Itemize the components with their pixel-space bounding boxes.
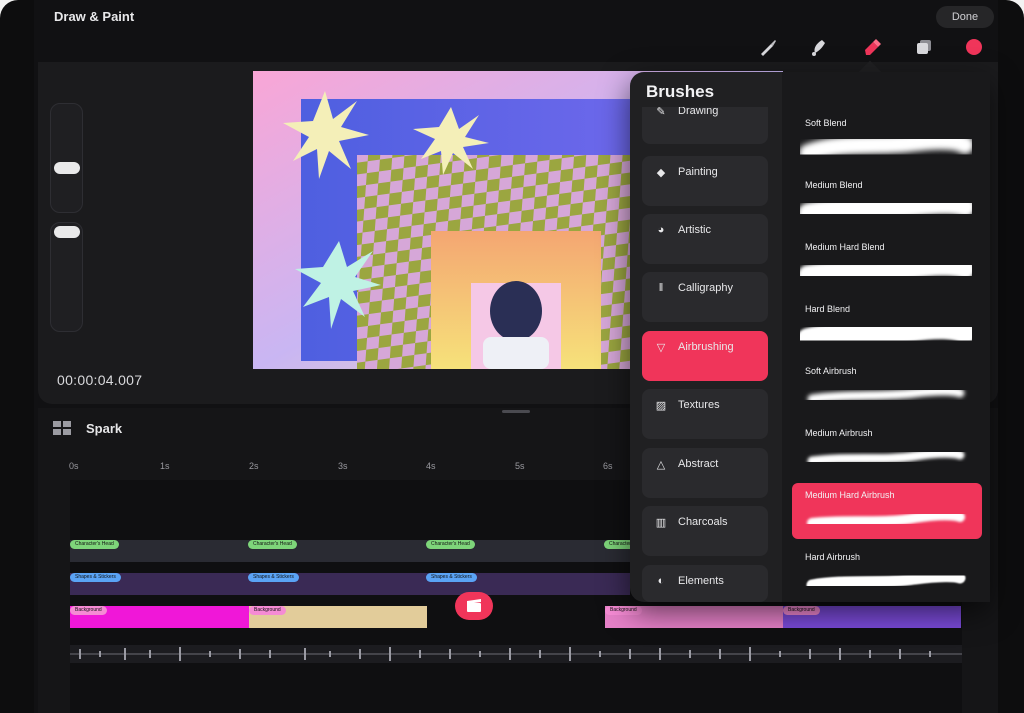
elements-icon: ◐ bbox=[657, 575, 665, 587]
ruler-label: 3s bbox=[338, 461, 348, 471]
eraser-icon[interactable] bbox=[861, 36, 883, 58]
ruler-label: 4s bbox=[426, 461, 436, 471]
category-label: Calligraphy bbox=[678, 282, 734, 294]
done-button[interactable]: Done bbox=[936, 6, 994, 28]
timecode: 00:00:04.007 bbox=[57, 372, 143, 388]
audio-track[interactable] bbox=[70, 645, 962, 663]
brush-name: Medium Airbrush bbox=[805, 428, 873, 438]
color-picker[interactable] bbox=[963, 36, 985, 58]
project-title: Spark bbox=[86, 421, 123, 436]
texture-icon: ▨ bbox=[655, 399, 667, 412]
category-airbrushing[interactable]: ▽ Airbrushing bbox=[642, 331, 768, 381]
brush-item[interactable]: Medium Hard Blend bbox=[792, 235, 982, 291]
clip-tag: Character's Head bbox=[426, 540, 475, 549]
brush-size-slider[interactable] bbox=[50, 103, 83, 213]
palette-icon: ◕ bbox=[657, 224, 665, 236]
calligraphy-icon: ǁ bbox=[658, 282, 664, 294]
layers-icon[interactable] bbox=[913, 36, 935, 58]
brush-item[interactable]: Medium Blend bbox=[792, 173, 982, 229]
ruler-label: 2s bbox=[249, 461, 259, 471]
clip-tag: Character's Head bbox=[70, 540, 119, 549]
clip-tag: Background bbox=[605, 606, 642, 615]
background-clip[interactable]: Background bbox=[783, 606, 961, 628]
category-elements[interactable]: ◐ Elements bbox=[642, 565, 768, 602]
ruler-label: 0s bbox=[69, 461, 79, 471]
brush-item[interactable]: Hard Blend bbox=[792, 297, 982, 353]
category-label: Elements bbox=[678, 575, 724, 587]
category-label: Abstract bbox=[678, 458, 719, 470]
brush-size-handle[interactable] bbox=[54, 162, 80, 174]
category-label: Textures bbox=[678, 399, 720, 411]
clip-tag: Character's Head bbox=[248, 540, 297, 549]
brush-item[interactable]: Soft Airbrush bbox=[792, 359, 982, 415]
category-abstract[interactable]: △ Abstract bbox=[642, 448, 768, 498]
brush-name: Soft Airbrush bbox=[805, 366, 857, 376]
clip-tag: Background bbox=[70, 606, 107, 615]
app-title: Draw & Paint bbox=[54, 9, 135, 24]
brush-item[interactable]: Soft Blend bbox=[792, 111, 982, 167]
panel-grabber[interactable] bbox=[502, 410, 530, 413]
popover-title: Brushes bbox=[646, 82, 715, 101]
smudge-icon[interactable] bbox=[808, 36, 830, 58]
brush-name: Hard Blend bbox=[805, 304, 851, 314]
opacity-handle[interactable] bbox=[54, 226, 80, 238]
background-clip[interactable]: Background bbox=[605, 606, 783, 628]
category-artistic[interactable]: ◕ Artistic bbox=[642, 214, 768, 264]
brush-icon[interactable] bbox=[757, 36, 779, 58]
brush-item[interactable]: Hard Airbrush bbox=[792, 545, 982, 601]
shapes-track[interactable]: Shapes & Stickers Shapes & Stickers Shap… bbox=[70, 573, 630, 595]
brush-name: Medium Blend bbox=[805, 180, 863, 190]
category-label: Artistic bbox=[678, 224, 711, 236]
clip-tag: Shapes & Stickers bbox=[426, 573, 477, 582]
background-clip[interactable]: Background bbox=[70, 606, 250, 628]
paint-icon: ◆ bbox=[656, 166, 666, 179]
airbrush-icon: ▽ bbox=[656, 341, 666, 354]
background-clip[interactable]: Background bbox=[249, 606, 427, 628]
brush-item[interactable]: Medium Airbrush bbox=[792, 421, 982, 477]
category-label: Painting bbox=[678, 166, 718, 178]
category-calligraphy[interactable]: ǁ Calligraphy bbox=[642, 272, 768, 322]
scenes-icon[interactable] bbox=[53, 421, 71, 440]
clip-tag: Shapes & Stickers bbox=[70, 573, 121, 582]
brush-item-selected[interactable]: Medium Hard Airbrush bbox=[792, 483, 982, 539]
brush-name: Medium Hard Airbrush bbox=[805, 490, 895, 500]
charcoal-icon: ▥ bbox=[655, 516, 667, 529]
category-textures[interactable]: ▨ Textures bbox=[642, 389, 768, 439]
add-clip-button[interactable] bbox=[455, 592, 493, 620]
device-frame: Draw & Paint Done 00:00:04.007 Spark 0s … bbox=[0, 0, 1024, 713]
ruler-label: 5s bbox=[515, 461, 525, 471]
character-track[interactable]: Character's Head Character's Head Charac… bbox=[70, 540, 653, 562]
category-painting[interactable]: ◆ Painting bbox=[642, 156, 768, 206]
clip-tag: Background bbox=[249, 606, 286, 615]
brush-name: Medium Hard Blend bbox=[805, 242, 885, 252]
category-label: Charcoals bbox=[678, 516, 728, 528]
opacity-slider[interactable] bbox=[50, 222, 83, 332]
category-charcoals[interactable]: ▥ Charcoals bbox=[642, 506, 768, 556]
ruler-label: 1s bbox=[160, 461, 170, 471]
ruler-label: 6s bbox=[603, 461, 613, 471]
brush-name: Hard Airbrush bbox=[805, 552, 861, 562]
triangle-icon: △ bbox=[656, 458, 666, 471]
category-label: Airbrushing bbox=[678, 341, 734, 353]
clip-tag: Shapes & Stickers bbox=[248, 573, 299, 582]
clip-tag: Background bbox=[783, 606, 820, 615]
brush-name: Soft Blend bbox=[805, 118, 847, 128]
